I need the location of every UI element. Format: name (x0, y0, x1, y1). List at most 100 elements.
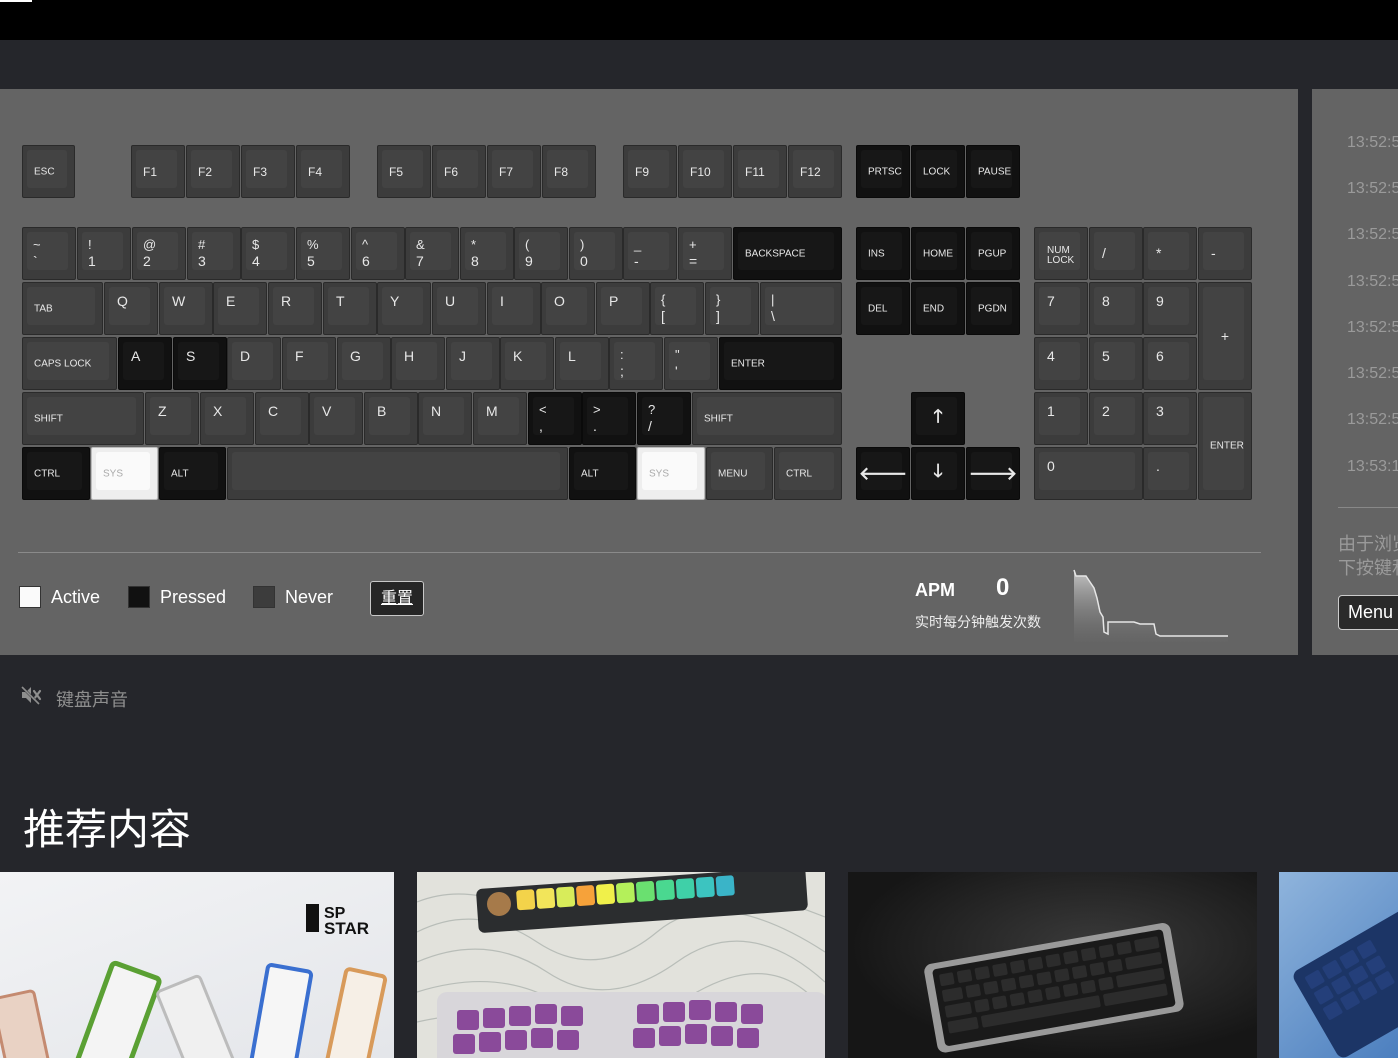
key-num-6[interactable]: 6 (1143, 337, 1197, 390)
key-q[interactable]: Q (104, 282, 158, 335)
key-w[interactable]: W (159, 282, 213, 335)
key-sys-right[interactable]: SYS (637, 447, 705, 500)
key-6[interactable]: ^ 6 (351, 227, 405, 280)
key-shift-left[interactable]: SHIFT (22, 392, 144, 445)
key-num-7[interactable]: 7 (1034, 282, 1088, 335)
key-delete[interactable]: DEL (856, 282, 910, 335)
key-num-1[interactable]: 1 (1034, 392, 1088, 445)
key-u[interactable]: U (432, 282, 486, 335)
key-f9[interactable]: F9 (623, 145, 677, 198)
key-page-up[interactable]: PGUP (966, 227, 1020, 280)
key-num-0[interactable]: 0 (1034, 447, 1143, 500)
key-3[interactable]: #3 (187, 227, 241, 280)
key-arrow-right[interactable]: 🡒 (966, 447, 1020, 500)
key-d[interactable]: D (227, 337, 281, 390)
key-insert[interactable]: INS (856, 227, 910, 280)
key-scroll-lock[interactable]: LOCK (911, 145, 965, 198)
key-backspace[interactable]: BACKSPACE (733, 227, 842, 280)
key-num-enter[interactable]: ENTER (1198, 392, 1252, 500)
key-f1[interactable]: F1 (131, 145, 185, 198)
key-l[interactable]: L (555, 337, 609, 390)
key-quote[interactable]: " ' (664, 337, 718, 390)
key-arrow-down[interactable]: 🡓 (911, 447, 965, 500)
key-f[interactable]: F (282, 337, 336, 390)
key-num-9[interactable]: 9 (1143, 282, 1197, 335)
key-enter[interactable]: ENTER (719, 337, 842, 390)
key-slash[interactable]: ? / (637, 392, 691, 445)
recommend-card-3[interactable] (848, 872, 1257, 1058)
recommend-card-2[interactable] (417, 872, 825, 1058)
key-backslash[interactable]: | \ (760, 282, 842, 335)
key-f8[interactable]: F8 (542, 145, 596, 198)
key-k[interactable]: K (500, 337, 554, 390)
key-t[interactable]: T (323, 282, 377, 335)
key-end[interactable]: END (911, 282, 965, 335)
key-a[interactable]: A (118, 337, 172, 390)
recommend-card-1[interactable]: SP STAR (0, 872, 394, 1058)
key-semicolon[interactable]: :; (609, 337, 663, 390)
key-backtick[interactable]: ~ ` (22, 227, 76, 280)
key-menu[interactable]: MENU (706, 447, 773, 500)
key-7[interactable]: & 7 (405, 227, 459, 280)
key-num-minus[interactable]: - (1198, 227, 1252, 280)
key-f6[interactable]: F6 (432, 145, 486, 198)
key-num-lock[interactable]: NUM LOCK (1034, 227, 1088, 280)
key-1[interactable]: ! 1 (77, 227, 131, 280)
key-f11[interactable]: F11 (733, 145, 787, 198)
key-s[interactable]: S (173, 337, 227, 390)
recommend-card-4[interactable] (1279, 872, 1398, 1058)
key-num-slash[interactable]: / (1089, 227, 1143, 280)
key-o[interactable]: O (541, 282, 595, 335)
key-f7[interactable]: F7 (487, 145, 541, 198)
key-comma[interactable]: <, (528, 392, 582, 445)
key-pause[interactable]: PAUSE (966, 145, 1020, 198)
key-num-8[interactable]: 8 (1089, 282, 1143, 335)
key-minus[interactable]: _ - (623, 227, 677, 280)
key-4[interactable]: $4 (241, 227, 295, 280)
key-equals[interactable]: + = (678, 227, 732, 280)
key-bracket-right[interactable]: }] (705, 282, 759, 335)
key-num-2[interactable]: 2 (1089, 392, 1143, 445)
key-num-4[interactable]: 4 (1034, 337, 1088, 390)
key-z[interactable]: Z (145, 392, 199, 445)
key-j[interactable]: J (446, 337, 500, 390)
key-ctrl-left[interactable]: CTRL (22, 447, 90, 500)
key-f10[interactable]: F10 (678, 145, 732, 198)
key-m[interactable]: M (473, 392, 527, 445)
key-esc[interactable]: ESC (22, 145, 75, 198)
key-2[interactable]: @2 (132, 227, 186, 280)
key-caps-lock[interactable]: CAPS LOCK (22, 337, 117, 390)
key-8[interactable]: * 8 (460, 227, 514, 280)
key-f5[interactable]: F5 (377, 145, 431, 198)
key-r[interactable]: R (268, 282, 322, 335)
key-n[interactable]: N (418, 392, 472, 445)
key-num-dot[interactable]: . (1143, 447, 1197, 500)
key-num-5[interactable]: 5 (1089, 337, 1143, 390)
key-page-down[interactable]: PGDN (966, 282, 1020, 335)
key-p[interactable]: P (596, 282, 650, 335)
key-alt-left[interactable]: ALT (159, 447, 226, 500)
key-i[interactable]: I (487, 282, 541, 335)
key-bracket-left[interactable]: {[ (650, 282, 704, 335)
key-arrow-up[interactable]: 🡑 (911, 392, 965, 445)
key-sys-left[interactable]: SYS (91, 447, 158, 500)
key-0[interactable]: ) 0 (569, 227, 623, 280)
key-ctrl-right[interactable]: CTRL (774, 447, 842, 500)
key-g[interactable]: G (337, 337, 391, 390)
key-home[interactable]: HOME (911, 227, 965, 280)
key-num-3[interactable]: 3 (1143, 392, 1197, 445)
key-9[interactable]: (9 (514, 227, 568, 280)
menu-button[interactable]: Menu (1338, 595, 1398, 630)
key-period[interactable]: >. (582, 392, 636, 445)
key-alt-right[interactable]: ALT (569, 447, 636, 500)
key-arrow-left[interactable]: 🡐 (856, 447, 910, 500)
key-tab[interactable]: TAB (22, 282, 103, 335)
key-f3[interactable]: F3 (241, 145, 295, 198)
key-prtsc[interactable]: PRTSC (856, 145, 910, 198)
key-f4[interactable]: F4 (296, 145, 350, 198)
key-h[interactable]: H (391, 337, 445, 390)
key-v[interactable]: V (309, 392, 363, 445)
key-b[interactable]: B (364, 392, 418, 445)
key-y[interactable]: Y (377, 282, 431, 335)
key-x[interactable]: X (200, 392, 254, 445)
